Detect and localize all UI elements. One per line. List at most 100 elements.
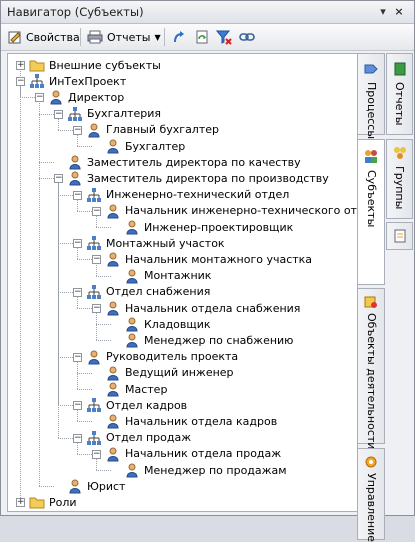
window-title: Навигатор (Субъекты)	[7, 5, 144, 19]
collapse-toggle[interactable]: −	[73, 401, 82, 411]
tree-item[interactable]: Отдел продаж	[86, 430, 191, 446]
link-button[interactable]	[239, 28, 255, 46]
folder-icon	[29, 57, 45, 73]
org-chart-icon	[86, 235, 102, 251]
tree-connector	[96, 227, 111, 228]
tree-item[interactable]: Ведущий инженер	[105, 365, 234, 381]
tree-connector	[96, 275, 111, 277]
person-icon	[105, 251, 121, 267]
sync-button[interactable]	[195, 28, 209, 46]
tree-item[interactable]: Бухгалтер	[105, 138, 185, 154]
reports-button[interactable]: Отчеты ▼	[87, 28, 161, 46]
refresh-button[interactable]	[172, 28, 186, 46]
tree-item-label: Заместитель директора по производству	[87, 171, 329, 185]
tree-item[interactable]: Отдел кадров	[86, 397, 187, 413]
clear-filter-button[interactable]	[216, 28, 232, 46]
tree-item[interactable]: Главный бухгалтер	[86, 122, 219, 138]
toolbar-separator	[80, 28, 81, 46]
tree-connector	[96, 263, 97, 276]
tab-management[interactable]: Управление	[357, 448, 385, 542]
properties-icon	[8, 31, 21, 44]
tree-item[interactable]: Начальник инженерно-технического отдела	[105, 203, 357, 219]
tree-item[interactable]: Начальник монтажного участка	[105, 251, 312, 267]
tree-item[interactable]: Руководитель проекта	[86, 349, 238, 365]
collapse-toggle[interactable]: −	[73, 239, 82, 249]
person-icon	[124, 316, 140, 332]
tree-item[interactable]: Кладовщик	[124, 316, 211, 332]
tree-connector	[77, 308, 92, 309]
tree-item[interactable]: Заместитель директора по производству	[67, 170, 329, 186]
tree-item[interactable]: Бухгалтерия	[67, 106, 161, 122]
collapse-toggle[interactable]: −	[92, 304, 101, 313]
collapse-toggle[interactable]: −	[73, 287, 82, 297]
tab-groups[interactable]: Группы	[386, 139, 413, 219]
tree-item-label: Инженерно-технический отдел	[106, 188, 290, 202]
side-tabs: Процессы Субъекты Объекты деятельности У…	[357, 53, 413, 542]
expand-toggle[interactable]: +	[16, 498, 25, 508]
collapse-toggle[interactable]: −	[92, 255, 101, 265]
tree-item-label: Монтажник	[144, 269, 212, 283]
tab-activity-objects[interactable]: Объекты деятельности	[357, 288, 385, 449]
subjects-tree[interactable]: + Внешние субъекты − ИнТехПроект − Директор − Б…	[7, 53, 358, 512]
tab-documents[interactable]	[386, 222, 413, 250]
collapse-toggle[interactable]: −	[54, 109, 63, 119]
collapse-toggle[interactable]: −	[16, 77, 25, 87]
collapse-toggle[interactable]: −	[73, 352, 82, 362]
tree-connector	[77, 133, 78, 146]
tree-item[interactable]: Инженерно-технический отдел	[86, 187, 289, 203]
tree-item[interactable]: Отдел снабжения	[86, 284, 210, 300]
sync-document-icon	[196, 30, 208, 44]
tree-connector	[77, 146, 92, 147]
tree-item-label: Отдел кадров	[106, 398, 188, 412]
person-icon	[105, 413, 121, 429]
tree-item[interactable]: Мастер	[105, 381, 167, 397]
tree-item-label: Мастер	[125, 382, 168, 396]
collapse-toggle[interactable]: −	[92, 449, 101, 459]
tree-item[interactable]: Менеджер по снабжению	[124, 332, 293, 348]
collapse-toggle[interactable]: −	[54, 174, 63, 184]
tree-connector	[96, 214, 97, 227]
pin-icon[interactable]: ▾	[377, 6, 389, 18]
person-icon	[86, 349, 102, 365]
tab-subjects[interactable]: Субъекты	[357, 139, 385, 285]
activity-objects-icon	[364, 296, 377, 308]
expand-toggle[interactable]: +	[16, 61, 25, 70]
tree-connector	[58, 129, 73, 131]
printer-icon	[87, 30, 103, 44]
tab-processes[interactable]: Процессы	[357, 53, 385, 139]
tree-item-label: Руководитель проекта	[106, 350, 239, 364]
tree-item[interactable]: ИнТехПроект	[29, 73, 126, 89]
tree-item[interactable]: Монтажный участок	[86, 235, 225, 251]
tree-item[interactable]: Юрист	[67, 478, 125, 494]
collapse-toggle[interactable]: −	[73, 433, 82, 443]
tree-item[interactable]: Директор	[48, 89, 124, 105]
tab-reports[interactable]: Отчеты	[386, 53, 413, 135]
tree-item[interactable]: Инженер-проектировщик	[124, 219, 293, 235]
collapse-toggle[interactable]: −	[35, 93, 44, 103]
collapse-toggle[interactable]: −	[92, 206, 101, 216]
tree-item[interactable]: Роли	[29, 494, 77, 510]
tree-item[interactable]: Начальник отдела снабжения	[105, 300, 300, 316]
tree-item[interactable]: Внешние субъекты	[29, 57, 161, 73]
tree-item[interactable]: Менеджер по продажам	[124, 462, 287, 478]
properties-button[interactable]: Свойства	[8, 28, 80, 46]
tree-item[interactable]: Начальник отдела продаж	[105, 446, 281, 462]
tree-item[interactable]: Монтажник	[124, 268, 211, 284]
collapse-toggle[interactable]: −	[73, 125, 82, 135]
tree-item-label: Роли	[49, 495, 77, 509]
tree-connector	[96, 457, 97, 470]
person-icon	[67, 154, 83, 170]
org-chart-icon	[86, 187, 102, 203]
tree-connector	[77, 210, 92, 212]
tree-connector	[39, 162, 54, 164]
tree-connector	[77, 198, 78, 211]
chevron-down-icon: ▼	[154, 32, 161, 42]
tree-item[interactable]: Начальник отдела кадров	[105, 413, 277, 429]
tree-item-label: Начальник отдела кадров	[125, 414, 278, 428]
tree-item-label: Внешние субъекты	[49, 58, 161, 72]
collapse-toggle[interactable]: −	[73, 190, 82, 200]
tree-connector	[58, 117, 59, 130]
close-icon[interactable]: ×	[393, 6, 405, 18]
tree-item[interactable]: Заместитель директора по качеству	[67, 154, 301, 170]
tree-connector	[77, 389, 92, 390]
